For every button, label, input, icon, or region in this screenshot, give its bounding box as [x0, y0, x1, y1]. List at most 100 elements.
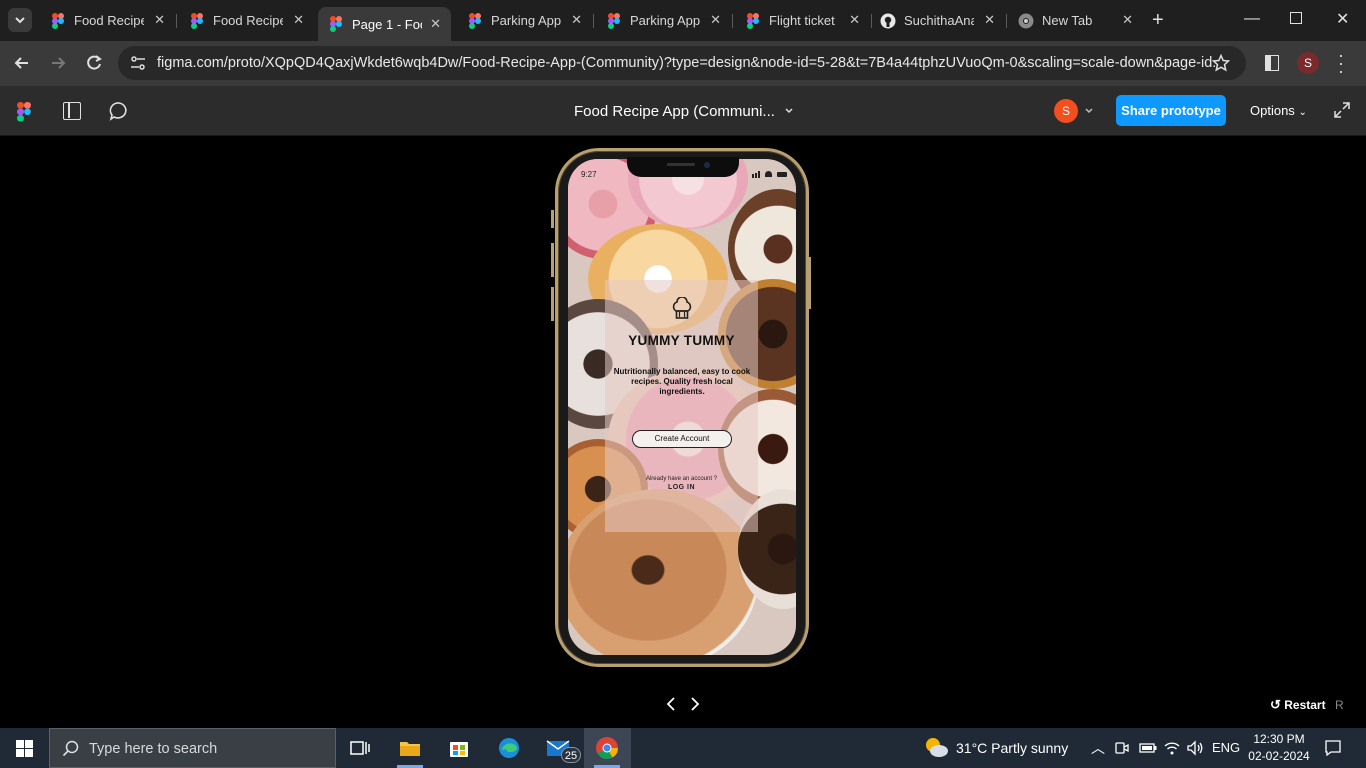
- close-icon[interactable]: ✕: [430, 16, 441, 32]
- figma-logo-icon[interactable]: [17, 102, 31, 122]
- restart-button[interactable]: ↺ Restart R: [1270, 697, 1344, 713]
- close-icon[interactable]: ✕: [293, 12, 304, 28]
- create-account-button[interactable]: Create Account: [632, 430, 732, 448]
- clock-date: 02-02-2024: [1248, 749, 1310, 763]
- figma-icon: [608, 12, 620, 29]
- tab-title: Food Recipe App: [74, 13, 144, 28]
- status-icons: [752, 171, 788, 178]
- browser-menu-icon[interactable]: · · ·: [1338, 46, 1344, 80]
- show-hidden-icons-icon[interactable]: ︿: [1091, 738, 1105, 758]
- meet-now-icon[interactable]: [1114, 740, 1130, 756]
- restart-icon: ↺: [1270, 697, 1281, 712]
- volume-icon[interactable]: [1186, 740, 1204, 756]
- tab-flight-ticket[interactable]: Flight ticket ✕: [735, 7, 870, 34]
- figma-icon: [52, 12, 64, 29]
- tab-strip: Food Recipe App ✕ Food Recipe App ✕ Page…: [0, 0, 1366, 41]
- new-tab-button[interactable]: +: [1152, 9, 1164, 32]
- next-frame-icon[interactable]: [688, 696, 702, 712]
- taskbar-search[interactable]: Type here to search: [49, 728, 336, 768]
- status-time: 9:27: [581, 170, 597, 179]
- weather-icon: [926, 738, 948, 757]
- figma-icon: [330, 16, 342, 32]
- task-view-icon[interactable]: [348, 736, 372, 760]
- already-account-text: Already have an account ?: [645, 476, 718, 482]
- close-icon[interactable]: ✕: [984, 12, 995, 28]
- reload-icon[interactable]: [84, 53, 104, 73]
- chevron-down-icon[interactable]: [784, 107, 794, 115]
- tab-title: Parking App: [630, 13, 700, 28]
- login-link[interactable]: LOG IN: [605, 484, 758, 491]
- options-label: Options: [1250, 103, 1295, 118]
- tab-title: SuchithaAnand: [904, 13, 974, 28]
- figma-icon: [469, 12, 481, 29]
- address-bar[interactable]: figma.com/proto/XQpQD4QaxjWkdet6wqb4Dw/F…: [118, 46, 1246, 80]
- figma-icon: [191, 12, 203, 29]
- tab-new-tab[interactable]: New Tab ✕: [1008, 7, 1143, 34]
- notifications-icon[interactable]: [1324, 739, 1342, 757]
- tab-food-recipe-1[interactable]: Food Recipe App ✕: [40, 7, 175, 34]
- close-icon[interactable]: ✕: [571, 12, 582, 28]
- taskbar: Type here to search 25: [0, 728, 1366, 768]
- microsoft-store-icon[interactable]: [447, 736, 471, 760]
- close-icon[interactable]: ✕: [849, 12, 860, 28]
- phone-side-button: [551, 210, 554, 228]
- chrome-icon: [596, 737, 618, 759]
- bookmark-star-icon[interactable]: [1212, 54, 1230, 72]
- file-title[interactable]: Food Recipe App (Communi...: [574, 103, 775, 120]
- url-text[interactable]: figma.com/proto/XQpQD4QaxjWkdet6wqb4Dw/F…: [157, 55, 1217, 71]
- profile-avatar[interactable]: S: [1297, 52, 1319, 74]
- user-avatar[interactable]: S: [1054, 99, 1078, 123]
- close-window-button[interactable]: ✕: [1336, 9, 1349, 29]
- fullscreen-icon[interactable]: [1334, 102, 1350, 118]
- comment-icon[interactable]: [109, 101, 129, 121]
- tab-food-recipe-2[interactable]: Food Recipe App ✕: [179, 7, 314, 34]
- wifi-icon[interactable]: [1163, 739, 1181, 757]
- clock-time: 12:30 PM: [1253, 732, 1305, 746]
- tab-title: New Tab: [1042, 13, 1093, 28]
- forward-icon[interactable]: [48, 53, 68, 73]
- site-settings-icon[interactable]: [130, 55, 146, 71]
- tagline-text: Nutritionally balanced, easy to cook rec…: [613, 367, 751, 396]
- back-icon[interactable]: [12, 53, 32, 73]
- side-panel-icon[interactable]: [1265, 55, 1279, 71]
- options-menu[interactable]: Options ⌄: [1250, 103, 1307, 118]
- edge-icon[interactable]: [497, 736, 521, 760]
- minimize-button[interactable]: —: [1244, 10, 1260, 28]
- phone-side-button: [808, 257, 811, 309]
- close-icon[interactable]: ✕: [710, 12, 721, 28]
- tab-parking-app-1[interactable]: Parking App ✕: [457, 7, 592, 34]
- prev-frame-icon[interactable]: [664, 696, 678, 712]
- chrome-icon: [1018, 13, 1034, 28]
- search-icon: [62, 740, 79, 757]
- navigation-bar: figma.com/proto/XQpQD4QaxjWkdet6wqb4Dw/F…: [0, 41, 1366, 86]
- tab-github[interactable]: SuchithaAnand ✕: [870, 7, 1005, 34]
- app-brand: YUMMY TUMMY: [628, 333, 735, 348]
- tab-parking-app-2[interactable]: Parking App ✕: [596, 7, 731, 34]
- chrome-taskbar-button[interactable]: [584, 728, 631, 768]
- language-indicator[interactable]: ENG: [1212, 740, 1240, 755]
- restore-button[interactable]: [1290, 12, 1302, 24]
- tab-title: Flight ticket: [769, 13, 835, 28]
- close-icon[interactable]: ✕: [154, 12, 165, 28]
- restart-label: Restart: [1284, 698, 1326, 712]
- tab-title: Food Recipe App: [213, 13, 283, 28]
- chevron-down-icon: [15, 17, 25, 24]
- chef-hat-icon: [672, 297, 692, 319]
- phone-notch: [627, 157, 739, 177]
- sidebar-toggle-icon[interactable]: [63, 102, 81, 120]
- phone-side-button: [551, 287, 554, 321]
- file-explorer-icon[interactable]: [398, 736, 422, 760]
- tab-title: Page 1 - Food Recipe App: [352, 16, 422, 32]
- tab-search-button[interactable]: [8, 8, 32, 32]
- weather-text[interactable]: 31°C Partly sunny: [956, 740, 1068, 756]
- tab-page-1-active[interactable]: Page 1 - Food Recipe App ✕: [318, 7, 451, 41]
- windows-start-icon[interactable]: [16, 740, 33, 757]
- chevron-down-icon[interactable]: [1084, 107, 1094, 115]
- battery-icon[interactable]: [1139, 742, 1157, 754]
- chevron-down-icon: ⌄: [1298, 107, 1307, 118]
- figma-toolbar: Food Recipe App (Communi... S Share prot…: [0, 86, 1366, 136]
- close-icon[interactable]: ✕: [1122, 12, 1133, 28]
- mail-badge: 25: [561, 747, 581, 763]
- system-clock[interactable]: 12:30 PM 02-02-2024: [1248, 731, 1310, 765]
- share-prototype-button[interactable]: Share prototype: [1116, 95, 1226, 126]
